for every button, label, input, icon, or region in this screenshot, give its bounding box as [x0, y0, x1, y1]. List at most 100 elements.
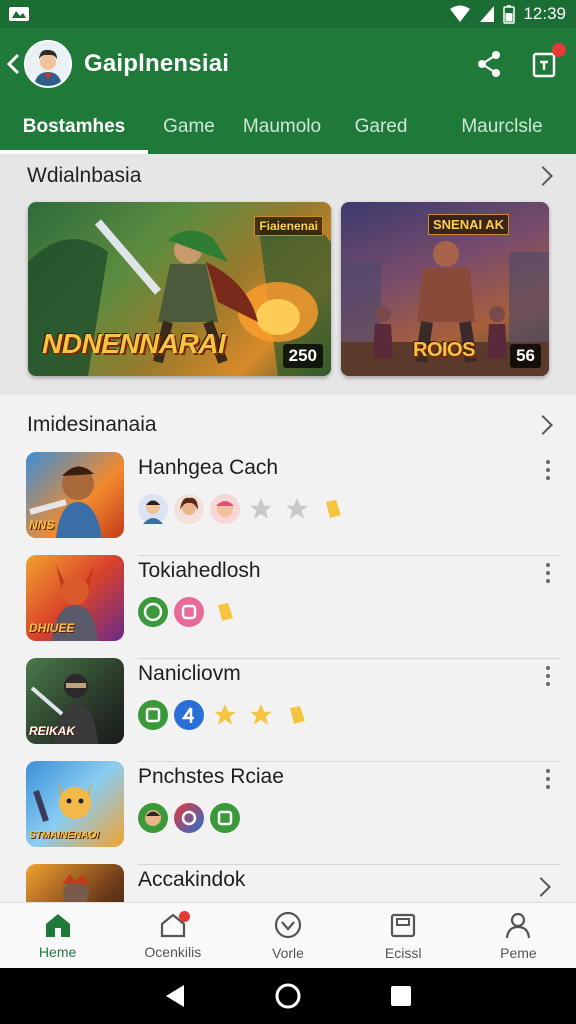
card-title: NDNENNARAI: [42, 328, 226, 359]
coin-icon: [282, 700, 312, 730]
list-item[interactable]: STMAINENAOI Pnchstes Rciae: [0, 761, 576, 866]
badge-icon: [138, 700, 168, 730]
more-menu-button[interactable]: [546, 460, 552, 480]
more-menu-button[interactable]: [546, 666, 552, 686]
list-item[interactable]: DHIUEE Tokiahedlosh: [0, 555, 576, 660]
item-icons: [138, 494, 348, 524]
featured-header[interactable]: Wdialnbasia: [0, 154, 576, 198]
featured-card[interactable]: SNENAI AK ROIOS 56: [341, 202, 549, 376]
card-tag: Fiaienenai: [254, 216, 323, 236]
item-title: Hanhgea Cach: [138, 456, 279, 479]
controller-icon: [274, 911, 302, 938]
avatar-icon: [210, 494, 240, 524]
item-title: Tokiahedlosh: [138, 559, 261, 582]
featured-title: Wdialnbasia: [27, 164, 142, 187]
notification-icon: [9, 7, 29, 21]
avatar-icon: [138, 803, 168, 833]
nav-vorle[interactable]: Vorle: [230, 903, 345, 968]
game-thumbnail: STMAINENAOI: [26, 761, 124, 847]
avatar[interactable]: [24, 40, 72, 88]
back-button[interactable]: [2, 53, 24, 75]
home-circle-icon[interactable]: [274, 982, 302, 1010]
tab-bostamhes[interactable]: Bostamhes: [0, 100, 148, 154]
avatar-icon: [174, 803, 204, 833]
avatar-icon: [174, 494, 204, 524]
status-right: 12:39: [449, 4, 566, 24]
nav-label: Peme: [500, 944, 537, 961]
thumb-label: STMAINENAOI: [29, 830, 99, 841]
nav-ecissl[interactable]: Ecissl: [346, 903, 461, 968]
featured-section: Wdialnbasia Fiaienenai NDNENNARAI 250 SN…: [0, 154, 576, 394]
nav-peme[interactable]: Peme: [461, 903, 576, 968]
tab-game[interactable]: Game: [148, 100, 230, 154]
tab-maumolo[interactable]: Maumolo: [230, 100, 334, 154]
tab-gared[interactable]: Gared: [334, 100, 428, 154]
item-icons: [138, 597, 240, 627]
battery-icon: [503, 5, 516, 24]
app-bar-actions: [474, 43, 566, 79]
list-item[interactable]: NNS Hanhgea Cach: [0, 452, 576, 557]
notification-badge: [552, 43, 566, 57]
badge-icon: [174, 700, 204, 730]
star-icon: [246, 494, 276, 524]
star-icon: [210, 700, 240, 730]
item-icons: [138, 700, 312, 730]
game-thumbnail: DHIUEE: [26, 555, 124, 641]
coin-icon: [210, 597, 240, 627]
list-title: Imidesinanaia: [27, 413, 157, 436]
coin-icon: [318, 494, 348, 524]
list-item[interactable]: REIKAK Nanicliovm: [0, 658, 576, 763]
share-button[interactable]: [474, 49, 504, 79]
chevron-right-icon: [533, 166, 553, 186]
thumb-label: DHIUEE: [29, 621, 75, 635]
system-nav-bar: [0, 968, 576, 1024]
back-arrow-icon: [6, 53, 20, 75]
app-title: Gaiplnensiai: [84, 50, 230, 77]
item-icons: [138, 803, 240, 833]
list-item[interactable]: Accakindok: [0, 864, 576, 902]
back-triangle-icon[interactable]: [164, 984, 186, 1008]
knight-art-icon: [62, 874, 90, 902]
app-bar: Gaiplnensiai: [0, 28, 576, 100]
status-left: [8, 5, 30, 23]
list-header[interactable]: Imidesinanaia: [0, 396, 576, 454]
tab-bar: Bostamhes Game Maumolo Gared Maurclsle: [0, 100, 576, 154]
badge-icon: [210, 803, 240, 833]
badge-icon: [174, 597, 204, 627]
chevron-right-icon[interactable]: [531, 877, 552, 897]
recents-square-icon[interactable]: [390, 985, 412, 1007]
tab-maurclsle[interactable]: Maurclsle: [428, 100, 576, 154]
notifications-button[interactable]: [530, 43, 566, 79]
item-title: Nanicliovm: [138, 662, 241, 685]
nav-label: Heme: [38, 943, 77, 960]
library-icon: [391, 913, 416, 937]
status-bar: 12:39: [0, 0, 576, 28]
share-icon: [478, 51, 500, 77]
thumb-label: NNS: [29, 518, 55, 532]
game-thumbnail: [26, 864, 124, 902]
nav-badge: [179, 911, 191, 922]
more-menu-button[interactable]: [546, 563, 552, 583]
list-section: Imidesinanaia NNS Hanhgea Cach DHIUEE To…: [0, 396, 576, 902]
avatar-character-icon: [26, 42, 70, 86]
star-icon: [246, 700, 276, 730]
home-icon: [45, 913, 70, 937]
status-time: 12:39: [523, 4, 566, 23]
nav-label: Ocenkilis: [144, 943, 202, 960]
avatar-icon: [138, 494, 168, 524]
screen: 12:39 Gaiplnensiai Bostamhes Game Maumol…: [0, 0, 576, 1024]
featured-card[interactable]: Fiaienenai NDNENNARAI 250: [28, 202, 331, 376]
more-menu-button[interactable]: [546, 769, 552, 789]
nav-label: Ecissl: [384, 944, 422, 961]
card-tag: SNENAI AK: [427, 214, 509, 235]
nav-label: Vorle: [272, 944, 304, 961]
featured-carousel: Fiaienenai NDNENNARAI 250 SNENAI AK ROIO…: [0, 198, 576, 378]
card-count: 56: [510, 344, 541, 368]
person-icon: [506, 912, 531, 938]
chevron-right-icon: [533, 415, 553, 435]
nav-home[interactable]: Heme: [0, 903, 115, 968]
bottom-nav: Heme Ocenkilis Vorle Ecissl Peme: [0, 902, 576, 968]
badge-icon: [138, 597, 168, 627]
nav-ocenkilis[interactable]: Ocenkilis: [115, 903, 230, 968]
wifi-icon: [450, 5, 471, 22]
